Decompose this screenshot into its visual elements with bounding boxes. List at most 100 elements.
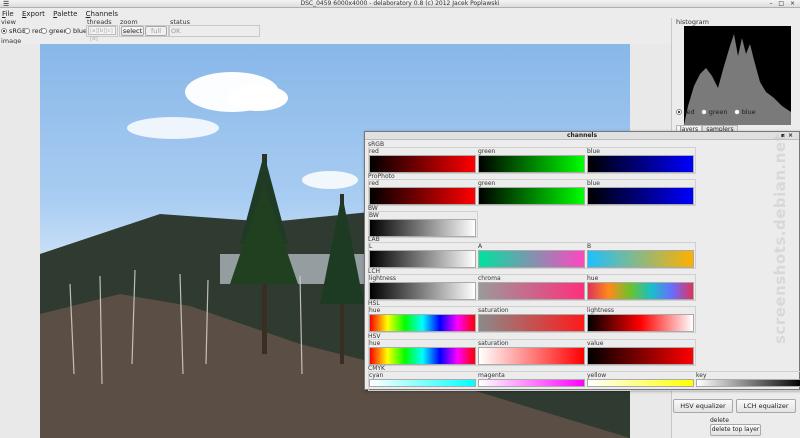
channel-lab-b[interactable]: B bbox=[587, 243, 695, 270]
channel-label: cyan bbox=[369, 372, 384, 379]
threads-indicator: [a][b][c][d] bbox=[88, 26, 116, 42]
channel-hsl-saturation[interactable]: saturation bbox=[478, 307, 586, 334]
histogram-option-blue[interactable]: blue bbox=[742, 108, 756, 116]
channel-cmyk-yellow[interactable]: yellow bbox=[587, 372, 695, 399]
view-option-srgb[interactable]: sRGB bbox=[1, 27, 26, 35]
channel-gradient-preview[interactable] bbox=[587, 187, 694, 205]
channel-hsl-lightness[interactable]: lightness bbox=[587, 307, 695, 334]
channel-label: saturation bbox=[478, 307, 509, 314]
channel-gradient-preview[interactable] bbox=[696, 379, 800, 387]
channel-gradient-preview[interactable] bbox=[478, 187, 585, 205]
channel-srgb-blue[interactable]: blue bbox=[587, 148, 695, 175]
watermark-text: screenshots.debian.net bbox=[771, 133, 789, 344]
channel-hsv-saturation[interactable]: saturation bbox=[478, 340, 586, 367]
channel-gradient-preview[interactable] bbox=[369, 250, 476, 268]
channel-label: lightness bbox=[369, 275, 397, 282]
channel-gradient-preview[interactable] bbox=[587, 250, 694, 268]
status-frame bbox=[169, 25, 260, 37]
channel-label: key bbox=[696, 372, 707, 379]
channel-section-cmyk: CMYK cyan magenta yellow key bbox=[368, 365, 800, 399]
channel-label: hue bbox=[369, 307, 381, 314]
view-group: view sRGB red green blue bbox=[0, 19, 87, 37]
channel-gradient-preview[interactable] bbox=[587, 347, 694, 365]
channel-cmyk-cyan[interactable]: cyan bbox=[369, 372, 477, 399]
histogram-channel-radios: red green blue bbox=[676, 108, 756, 116]
channel-label: saturation bbox=[478, 340, 509, 347]
lch-equalizer-button[interactable]: LCH equalizer bbox=[736, 399, 796, 413]
channel-lch-hue[interactable]: hue bbox=[587, 275, 695, 302]
channel-hsv-hue[interactable]: hue bbox=[369, 340, 477, 367]
channel-lab-l[interactable]: L bbox=[369, 243, 477, 270]
channel-gradient-preview[interactable] bbox=[369, 219, 476, 237]
zoom-full-button[interactable]: full bbox=[145, 26, 167, 36]
channel-gradient-preview[interactable] bbox=[478, 250, 585, 268]
channel-label: L bbox=[369, 243, 373, 250]
channel-hsv-value[interactable]: value bbox=[587, 340, 695, 367]
channel-gradient-preview[interactable] bbox=[369, 187, 476, 205]
channel-gradient-preview[interactable] bbox=[478, 282, 585, 300]
radio-selected-icon[interactable] bbox=[1, 28, 7, 34]
radio-icon[interactable] bbox=[700, 109, 707, 115]
menu-export[interactable]: Export bbox=[22, 9, 45, 19]
channel-gradient-preview[interactable] bbox=[587, 155, 694, 173]
hsv-equalizer-button[interactable]: HSV equalizer bbox=[673, 399, 733, 413]
radio-icon[interactable] bbox=[65, 28, 71, 34]
channel-section-bw: BW BW bbox=[368, 205, 796, 239]
channel-hsl-hue[interactable]: hue bbox=[369, 307, 477, 334]
channel-bw-bw[interactable]: BW bbox=[369, 212, 477, 239]
radio-selected-icon[interactable] bbox=[676, 109, 682, 115]
channel-label: red bbox=[369, 180, 379, 187]
channel-section-lch: LCH lightness chroma hue bbox=[368, 268, 796, 302]
view-option-green[interactable]: green bbox=[41, 27, 68, 35]
channel-gradient-preview[interactable] bbox=[369, 282, 476, 300]
channel-gradient-preview[interactable] bbox=[478, 379, 585, 387]
channel-label: magenta bbox=[478, 372, 505, 379]
channels-title: channels bbox=[566, 132, 598, 139]
channel-label: lightness bbox=[587, 307, 615, 314]
channel-gradient-preview[interactable] bbox=[478, 155, 585, 173]
delete-label: delete bbox=[710, 417, 729, 424]
histogram-option-red[interactable]: red bbox=[684, 108, 695, 116]
zoom-group: zoom select full bbox=[119, 19, 169, 37]
radio-icon[interactable] bbox=[733, 109, 740, 115]
channel-gradient-preview[interactable] bbox=[587, 379, 694, 387]
channel-prophoto-green[interactable]: green bbox=[478, 180, 586, 207]
menu-palette[interactable]: Palette bbox=[53, 9, 77, 19]
channels-window[interactable]: channels ▪× sRGB red green blue ProPhoto red g… bbox=[364, 131, 800, 391]
channel-gradient-preview[interactable] bbox=[369, 379, 476, 387]
channel-cmyk-magenta[interactable]: magenta bbox=[478, 372, 586, 399]
radio-icon[interactable] bbox=[41, 28, 47, 34]
view-option-red[interactable]: red bbox=[24, 27, 43, 35]
channel-gradient-preview[interactable] bbox=[369, 314, 476, 332]
channels-title-bar[interactable]: channels ▪× bbox=[365, 132, 799, 140]
delete-top-layer-button[interactable]: delete top layer bbox=[710, 424, 761, 436]
channel-label: hue bbox=[587, 275, 599, 282]
title-bar: ☰ DSC_0459 6000x4000 - delaboratory 0.8 … bbox=[0, 0, 800, 8]
channel-prophoto-blue[interactable]: blue bbox=[587, 180, 695, 207]
radio-icon[interactable] bbox=[24, 28, 30, 34]
zoom-select-button[interactable]: select bbox=[121, 26, 144, 36]
channel-label: hue bbox=[369, 340, 381, 347]
channel-srgb-green[interactable]: green bbox=[478, 148, 586, 175]
channel-gradient-preview[interactable] bbox=[587, 314, 694, 332]
channel-srgb-red[interactable]: red bbox=[369, 148, 477, 175]
channel-lch-lightness[interactable]: lightness bbox=[369, 275, 477, 302]
channel-prophoto-red[interactable]: red bbox=[369, 180, 477, 207]
channel-gradient-preview[interactable] bbox=[478, 314, 585, 332]
histogram-option-green[interactable]: green bbox=[709, 108, 728, 116]
channel-gradient-preview[interactable] bbox=[478, 347, 585, 365]
histogram-label: histogram bbox=[676, 18, 709, 26]
channel-gradient-preview[interactable] bbox=[369, 155, 476, 173]
channel-label: red bbox=[369, 148, 379, 155]
channel-gradient-preview[interactable] bbox=[587, 282, 694, 300]
window-title: DSC_0459 6000x4000 - delaboratory 0.8 (c… bbox=[300, 0, 500, 7]
window-controls[interactable]: – □ × bbox=[769, 0, 797, 8]
channel-label: chroma bbox=[478, 275, 501, 282]
channel-label: blue bbox=[587, 148, 600, 155]
channel-lch-chroma[interactable]: chroma bbox=[478, 275, 586, 302]
channel-gradient-preview[interactable] bbox=[369, 347, 476, 365]
channel-lab-a[interactable]: A bbox=[478, 243, 586, 270]
channel-label: B bbox=[587, 243, 592, 250]
channel-cmyk-key[interactable]: key bbox=[696, 372, 800, 399]
view-option-blue[interactable]: blue bbox=[65, 27, 87, 35]
